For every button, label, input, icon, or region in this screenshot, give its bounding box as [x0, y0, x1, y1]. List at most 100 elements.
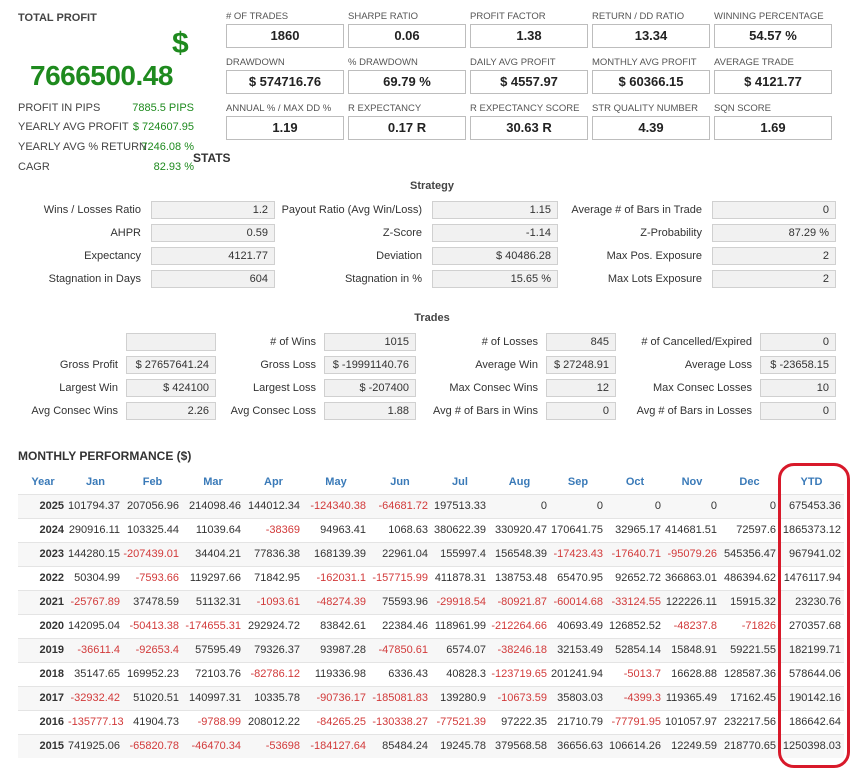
- month-cell: 155997.4: [431, 541, 489, 566]
- month-cell: 57595.49: [182, 637, 244, 662]
- month-cell: 21710.79: [550, 709, 606, 734]
- strategy-value: 604: [151, 270, 275, 288]
- trades-label: Gross Profit: [59, 359, 118, 371]
- month-cell: -5013.7: [606, 661, 664, 686]
- month-cell: -47850.61: [369, 637, 431, 662]
- column-header-jan: Jan: [86, 475, 105, 488]
- metric-label: MONTHLY AVG PROFIT: [592, 57, 697, 68]
- month-cell: 106614.26: [606, 733, 664, 758]
- year-cell: 2024: [18, 517, 68, 542]
- month-cell: -64681.72: [369, 493, 431, 518]
- year-cell: 2019: [18, 637, 68, 662]
- year-cell: 2022: [18, 565, 68, 590]
- trades-label: Avg Consec Loss: [230, 405, 316, 417]
- strategy-label: Stagnation in Days: [48, 273, 141, 285]
- month-cell: -80921.87: [489, 589, 550, 614]
- month-cell: 75593.96: [369, 589, 431, 614]
- month-cell: 32965.17: [606, 517, 664, 542]
- month-cell: -32932.42: [68, 685, 123, 710]
- month-cell: 41904.73: [123, 709, 182, 734]
- month-cell: -38246.18: [489, 637, 550, 662]
- summary-row: YEARLY AVG PROFIT $ 724607.95: [18, 121, 194, 133]
- month-cell: 741925.06: [68, 733, 123, 758]
- month-cell: 51020.51: [123, 685, 182, 710]
- column-header-oct: Oct: [625, 475, 645, 488]
- ytd-cell: 23230.76: [779, 589, 844, 614]
- monthly-performance-table: Year Jan Feb Mar Apr May Jun Jul Aug Sep Oct Nov Dec…: [18, 470, 844, 758]
- month-cell: -124340.38: [303, 493, 369, 518]
- year-cell: 2017: [18, 685, 68, 710]
- month-cell: 101794.37: [68, 493, 123, 518]
- trades-label: Avg # of Bars in Wins: [433, 405, 538, 417]
- month-cell: -212264.66: [489, 613, 550, 638]
- strategy-label: Average # of Bars in Trade: [571, 204, 702, 216]
- metric-card: DRAWDOWN $ 574716.76: [226, 57, 344, 94]
- month-cell: 12249.59: [664, 733, 720, 758]
- column-header-ytd: YTD: [800, 475, 823, 488]
- metric-value: $ 4557.97: [470, 70, 588, 94]
- month-cell: -157715.99: [369, 565, 431, 590]
- metric-label: STR QUALITY NUMBER: [592, 103, 698, 114]
- trades-value: 1.88: [324, 402, 416, 420]
- table-header-row: Year Jan Feb Mar Apr May Jun Jul Aug Sep Oct Nov Dec…: [18, 470, 844, 494]
- month-cell: -25767.89: [68, 589, 123, 614]
- month-cell: 65470.95: [550, 565, 606, 590]
- month-cell: -174655.31: [182, 613, 244, 638]
- strategy-value: $ 40486.28: [432, 247, 558, 265]
- metric-card: ANNUAL % / MAX DD % 1.19: [226, 103, 344, 140]
- month-cell: 140997.31: [182, 685, 244, 710]
- summary-row: PROFIT IN PIPS 7885.5 PIPS: [18, 102, 194, 114]
- year-cell: 2015: [18, 733, 68, 758]
- trades-value: $ -207400: [324, 379, 416, 397]
- column-header-year: Year: [31, 475, 55, 488]
- trades-label: Average Win: [475, 359, 538, 371]
- metric-label: R EXPECTANCY SCORE: [470, 103, 580, 114]
- metric-label: AVERAGE TRADE: [714, 57, 794, 68]
- month-cell: 138753.48: [489, 565, 550, 590]
- dollar-sign: $: [172, 27, 189, 60]
- trades-value: 1015: [324, 333, 416, 351]
- metric-label: DAILY AVG PROFIT: [470, 57, 556, 68]
- trades-value: 10: [760, 379, 836, 397]
- metric-card: WINNING PERCENTAGE 54.57 %: [714, 11, 832, 48]
- month-cell: 380622.39: [431, 517, 489, 542]
- month-cell: -38369: [244, 517, 303, 542]
- month-cell: 119365.49: [664, 685, 720, 710]
- metric-card: SQN SCORE 1.69: [714, 103, 832, 140]
- month-cell: 36656.63: [550, 733, 606, 758]
- strategy-label: Max Pos. Exposure: [606, 250, 702, 262]
- month-cell: -33124.55: [606, 589, 664, 614]
- summary-label: YEARLY AVG % RETURN: [18, 141, 147, 153]
- month-cell: 32153.49: [550, 637, 606, 662]
- stats-title: STATS: [193, 151, 231, 165]
- month-cell: 197513.33: [431, 493, 489, 518]
- strategy-value: 1.15: [432, 201, 558, 219]
- month-cell: -84265.25: [303, 709, 369, 734]
- trades-value: 2.26: [126, 402, 216, 420]
- month-cell: 218770.65: [720, 733, 779, 758]
- column-header-may: May: [325, 475, 347, 488]
- ytd-cell: 182199.71: [779, 637, 844, 662]
- summary-label: CAGR: [18, 161, 50, 173]
- month-cell: 139280.9: [431, 685, 489, 710]
- month-cell: -29918.54: [431, 589, 489, 614]
- table-row: 2015 741925.06 -65820.78 -46470.34 -53698 -18…: [18, 733, 844, 758]
- year-cell: 2023: [18, 541, 68, 566]
- trades-label: Largest Win: [59, 382, 118, 394]
- month-cell: 77836.38: [244, 541, 303, 566]
- strategy-value: 87.29 %: [712, 224, 836, 242]
- metric-value: 1860: [226, 24, 344, 48]
- month-cell: 35803.03: [550, 685, 606, 710]
- month-cell: 94963.41: [303, 517, 369, 542]
- trades-value: $ -19991140.76: [324, 356, 416, 374]
- trades-label: Avg Consec Wins: [31, 405, 118, 417]
- trades-value: 0: [760, 402, 836, 420]
- table-row: 2018 35147.65 169952.23 72103.76 -82786.12 11…: [18, 661, 844, 686]
- column-header-aug: Aug: [508, 475, 531, 488]
- month-cell: 37478.59: [123, 589, 182, 614]
- month-cell: 6336.43: [369, 661, 431, 686]
- metric-value: $ 60366.15: [592, 70, 710, 94]
- strategy-value: 1.2: [151, 201, 275, 219]
- strategy-value: -1.14: [432, 224, 558, 242]
- ytd-cell: 270357.68: [779, 613, 844, 638]
